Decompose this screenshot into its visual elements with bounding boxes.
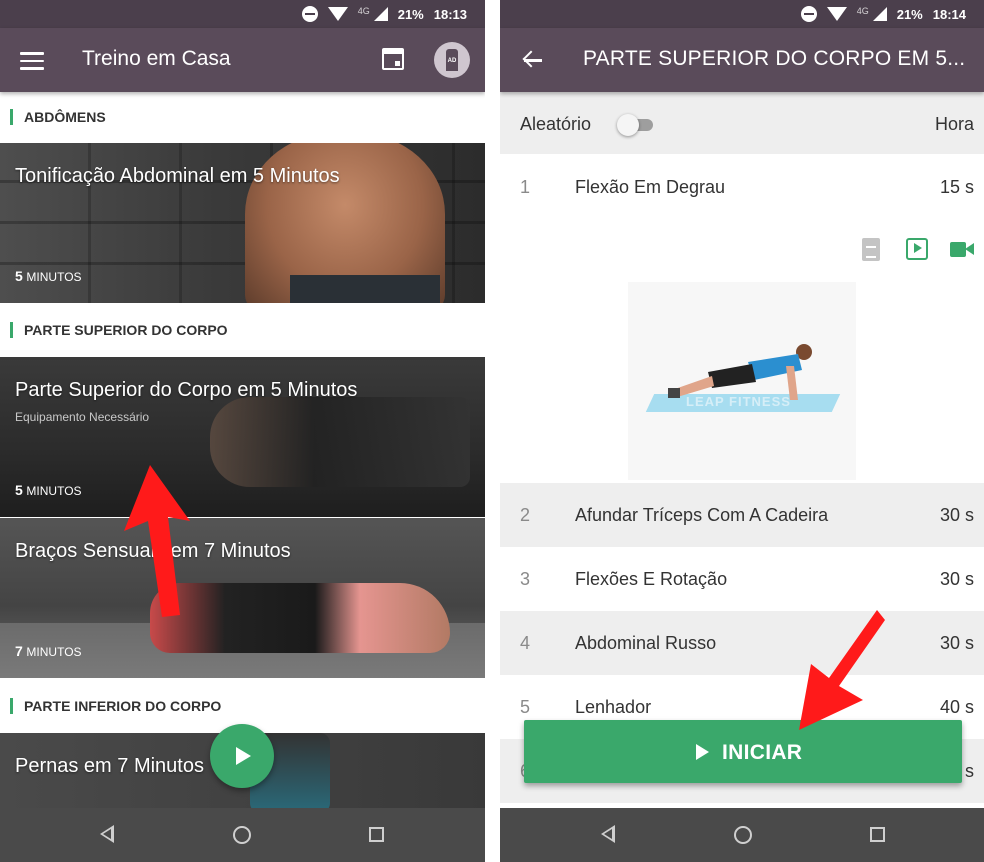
signal-icon xyxy=(872,7,887,21)
workout-duration: 7 MINUTOS xyxy=(15,643,82,659)
android-nav-bar xyxy=(0,808,485,862)
red-arrow-annotation xyxy=(799,610,885,730)
section-accent-bar xyxy=(10,109,13,125)
nav-home-icon[interactable] xyxy=(233,826,251,844)
battery-level: 21% xyxy=(896,6,923,22)
exercise-name: Lenhador xyxy=(575,697,652,717)
workout-title: PARTE SUPERIOR DO CORPO EM 5... xyxy=(583,47,966,70)
workout-title: Pernas em 7 Minutos xyxy=(15,755,204,777)
section-label: ABDÔMENS xyxy=(24,109,106,125)
exercise-row[interactable]: 3 Flexões E Rotação 30 s xyxy=(500,547,984,611)
exercise-name: Afundar Tríceps Com A Cadeira xyxy=(575,505,829,525)
exercise-number: 2 xyxy=(520,505,531,525)
app-title: Treino em Casa xyxy=(82,47,231,70)
workout-duration: 5 MINUTOS xyxy=(15,268,82,284)
nav-home-icon[interactable] xyxy=(734,826,752,844)
random-toggle[interactable] xyxy=(617,114,655,136)
wifi-icon xyxy=(826,7,847,21)
workout-title: Parte Superior do Corpo em 5 Minutos xyxy=(15,379,358,401)
red-arrow-annotation xyxy=(124,465,190,617)
section-header-upper-body: PARTE SUPERIOR DO CORPO xyxy=(0,305,485,357)
workout-card-abs[interactable]: Tonificação Abdominal em 5 Minutos 5 MIN… xyxy=(0,143,485,303)
document-icon[interactable] xyxy=(862,238,880,261)
exercise-number: 4 xyxy=(520,633,531,653)
exercise-row[interactable]: 1 Flexão Em Degrau 15 s xyxy=(500,155,984,219)
status-bar: 4G 21% 18:14 xyxy=(500,0,984,28)
workout-subtitle: Equipamento Necessário xyxy=(15,410,150,424)
do-not-disturb-icon xyxy=(301,6,318,22)
workout-title: Tonificação Abdominal em 5 Minutos xyxy=(15,165,340,187)
time-column-label: Hora xyxy=(934,114,974,134)
clock: 18:13 xyxy=(433,6,467,22)
wifi-icon xyxy=(327,7,348,21)
exercise-number: 1 xyxy=(520,177,531,197)
remove-ads-icon[interactable]: AD xyxy=(434,42,470,78)
clock: 18:14 xyxy=(932,6,966,22)
pushup-figure xyxy=(668,344,812,400)
exercise-duration: 30 s xyxy=(939,569,974,589)
video-camera-icon[interactable] xyxy=(950,242,974,257)
random-order-row: Aleatório Hora xyxy=(500,92,984,154)
do-not-disturb-icon xyxy=(800,6,817,22)
exercise-name: Flexão Em Degrau xyxy=(575,177,726,197)
play-animation-icon[interactable] xyxy=(906,238,928,260)
menu-icon[interactable] xyxy=(20,52,44,70)
play-icon xyxy=(696,744,709,760)
workout-detail-screen: 4G 21% 18:14 PARTE SUPERIOR DO CORPO EM … xyxy=(500,0,984,862)
network-type: 4G xyxy=(357,6,370,16)
signal-icon xyxy=(373,7,388,21)
exercise-row[interactable]: 2 Afundar Tríceps Com A Cadeira 30 s xyxy=(500,483,984,547)
exercise-name: Flexões E Rotação xyxy=(575,569,728,589)
workout-duration: 5 MINUTOS xyxy=(15,482,82,498)
exercise-row[interactable]: 4 Abdominal Russo 30 s xyxy=(500,611,984,675)
play-fab-button[interactable] xyxy=(210,724,274,788)
app-bar: Treino em Casa AD xyxy=(0,28,485,92)
workout-card-upper-body[interactable]: Parte Superior do Corpo em 5 Minutos Equ… xyxy=(0,357,485,517)
exercise-name: Abdominal Russo xyxy=(575,633,717,653)
section-accent-bar xyxy=(10,698,13,714)
exercise-number: 3 xyxy=(520,569,531,589)
start-button-label: INICIAR xyxy=(722,741,803,764)
nav-recents-icon[interactable] xyxy=(369,827,384,842)
android-nav-bar xyxy=(500,808,984,862)
ads-badge-text: AD xyxy=(447,58,457,64)
workout-card-arms[interactable]: Braços Sensuais em 7 Minutos 7 MINUTOS xyxy=(0,518,485,678)
exercise-duration: 30 s xyxy=(939,633,974,653)
battery-level: 21% xyxy=(397,6,424,22)
home-screen: 4G 21% 18:13 Treino em Casa AD ABDÔMENS … xyxy=(0,0,485,862)
app-bar: PARTE SUPERIOR DO CORPO EM 5... xyxy=(500,28,984,92)
exercise-illustration: LEAP FITNESS xyxy=(628,282,856,480)
section-accent-bar xyxy=(10,322,13,338)
exercise-duration: 40 s xyxy=(939,697,974,717)
card-image-shorts xyxy=(290,275,440,303)
nav-recents-icon[interactable] xyxy=(870,827,885,842)
calendar-icon[interactable] xyxy=(382,48,404,70)
random-label: Aleatório xyxy=(520,114,592,134)
status-bar: 4G 21% 18:13 xyxy=(0,0,485,28)
exercise-duration: 30 s xyxy=(939,505,974,525)
nav-back-icon[interactable] xyxy=(100,825,114,843)
section-header-abdomens: ABDÔMENS xyxy=(0,92,485,144)
nav-back-icon[interactable] xyxy=(601,825,615,843)
exercise-duration: s xyxy=(965,761,974,781)
back-arrow-icon[interactable] xyxy=(522,50,544,70)
section-label: PARTE INFERIOR DO CORPO xyxy=(24,698,222,714)
section-label: PARTE SUPERIOR DO CORPO xyxy=(24,322,228,338)
toggle-thumb xyxy=(617,114,639,136)
card-image-pushup xyxy=(210,397,470,487)
network-type: 4G xyxy=(856,6,869,16)
exercise-duration: 15 s xyxy=(939,177,974,197)
exercise-number: 5 xyxy=(520,697,531,717)
